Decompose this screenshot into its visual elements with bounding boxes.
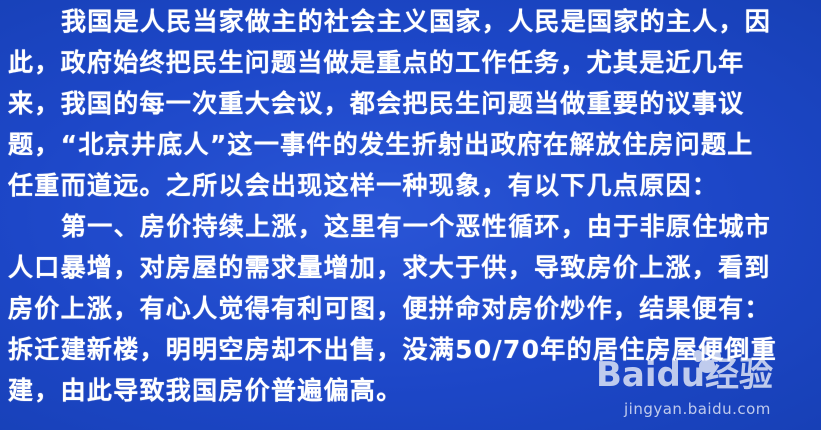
paragraph-1-line-4: 题，“北京井底人”这一事件的发生折射出政府在解放住房问题上 xyxy=(8,130,754,159)
baidu-jingyan-watermark: Baidu经验 jingyan.baidu.com xyxy=(596,342,796,426)
paragraph-1-line-5: 任重而道远。之所以会出现这样一种现象，有以下几点原因： xyxy=(8,171,719,200)
paragraph-2-line-2: 人口暴增，对房屋的需求量增加，求大于供，导致房价上涨，看到 xyxy=(8,253,771,282)
paragraph-1-line-2: 此，政府始终把民生问题当做是重点的工作任务，尤其是近几年 xyxy=(8,48,745,77)
paragraph-2-line-1: 第一、房价持续上涨，这里有一个恶性循环，由于非原住城市 xyxy=(61,212,772,241)
watermark-url: jingyan.baidu.com xyxy=(624,400,771,418)
baidu-jingyan-logo: Baidu经验 xyxy=(596,345,773,395)
baidu-logo-text: Baidu经验 xyxy=(596,355,773,395)
paragraph-1-line-3: 来，我国的每一次重大会议，都会把民生问题当做重要的议事议 xyxy=(8,89,745,118)
paragraph-1-line-1: 我国是人民当家做主的社会主义国家，人民是国家的主人，因 xyxy=(61,7,772,36)
paragraph-2-line-3: 房价上涨，有心人觉得有利可图，便拼命对房价炒作，结果便有： xyxy=(8,294,771,323)
